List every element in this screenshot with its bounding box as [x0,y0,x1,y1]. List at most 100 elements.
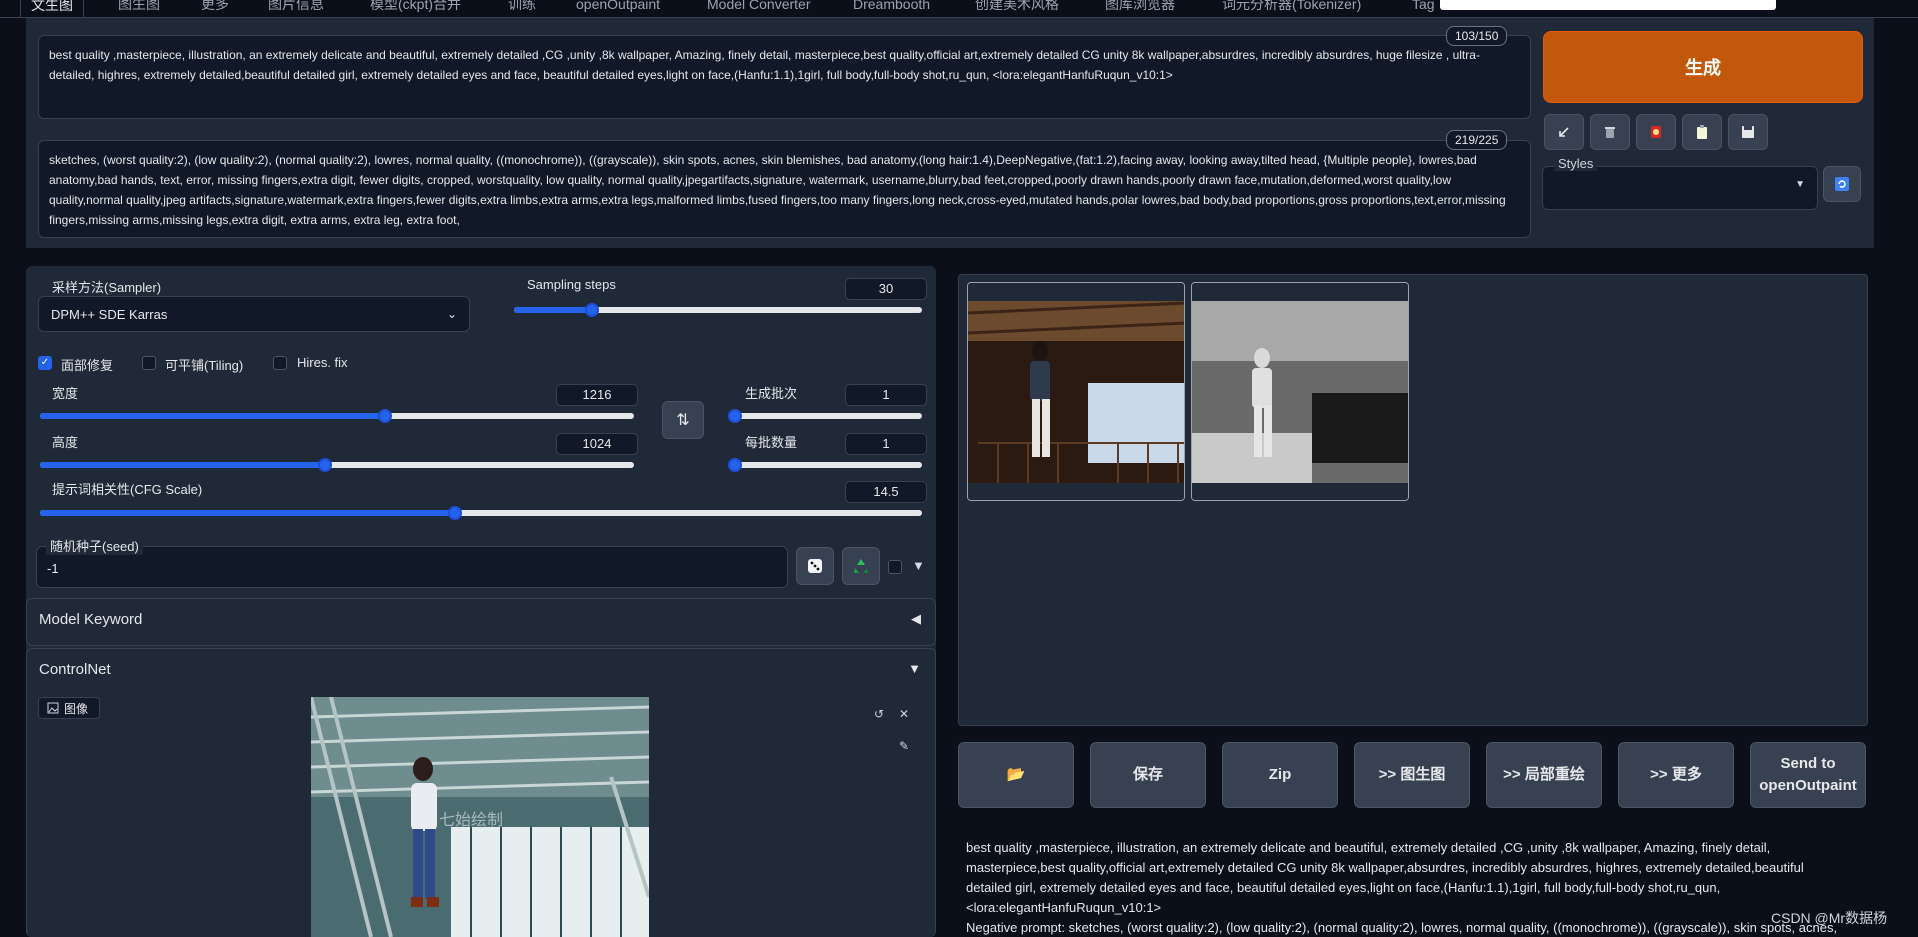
tab-dreambooth[interactable]: Dreambooth [853,0,930,17]
paste-style-button[interactable] [1682,114,1722,150]
expand-arrow-icon: ▼ [908,661,921,676]
tab-png-info[interactable]: 图片信息 [268,0,324,17]
sampler-select[interactable]: DPM++ SDE Karras ⌄ [38,296,470,332]
staircase-photo: 七始绘制 [311,697,649,937]
chevron-down-icon: ⌄ [446,307,457,321]
tab-tag[interactable]: Tag [1412,0,1435,17]
reuse-seed-button[interactable] [842,547,880,585]
tab-txt2img[interactable]: 文生图 [20,0,84,17]
styles-label: Styles [1554,156,1598,171]
styles-dropdown[interactable]: ▼ [1542,166,1818,210]
trash-icon [1605,127,1615,138]
height-label: 高度 [52,435,79,450]
card-icon [1651,126,1661,138]
gallery-thumbnail-1[interactable] [967,282,1185,501]
tab-checkpoint-merger[interactable]: 模型(ckpt)合并 [370,0,461,17]
tab-train[interactable]: 训练 [508,0,536,17]
tiling-label: 可平铺(Tiling) [165,358,244,373]
tab-extras[interactable]: 更多 [201,0,229,17]
cfg-scale-slider-thumb[interactable] [447,506,462,520]
batch-count-label: 生成批次 [745,386,798,401]
tab-tokenizer[interactable]: 词元分析器(Tokenizer) [1222,0,1361,17]
sampling-steps-input[interactable]: 30 [845,278,927,300]
face-restore-checkbox[interactable]: ✓ [38,356,52,370]
batch-size-slider-thumb[interactable] [728,458,742,472]
tiling-checkbox[interactable] [142,356,156,370]
height-slider-fill [40,462,326,468]
batch-size-label: 每批数量 [745,435,798,450]
tab-openoutpaint[interactable]: openOutpaint [576,0,660,17]
negative-prompt-input[interactable]: sketches, (worst quality:2), (low qualit… [38,140,1531,238]
chevron-down-icon: ▼ [1795,179,1805,190]
depth-map-image [1192,283,1408,500]
height-slider-thumb[interactable] [318,458,333,472]
width-slider-fill [40,413,385,419]
generate-button[interactable]: 生成 [1543,31,1863,103]
cfg-scale-slider-fill [40,510,455,516]
model-keyword-title: Model Keyword [39,611,143,628]
sampler-value: DPM++ SDE Karras [51,306,168,322]
close-icon[interactable]: ✕ [895,705,913,723]
hires-fix-label: Hires. fix [297,355,348,370]
image-overlay-text: 七始绘制 [439,810,503,829]
sampling-steps-slider-fill [514,307,592,313]
sampler-label: 采样方法(Sampler) [48,277,166,296]
open-folder-button[interactable]: 📂 [958,742,1074,808]
csdn-watermark: CSDN @Mr数据杨 [1771,910,1888,926]
cfg-scale-label: 提示词相关性(CFG Scale) [48,479,207,498]
save-style-button[interactable] [1728,114,1768,150]
sampling-steps-label: Sampling steps [527,277,616,292]
floppy-disk-icon [1742,126,1754,138]
send-to-inpaint-button[interactable]: >> 局部重绘 [1486,742,1602,808]
dice-icon [808,559,822,573]
controlnet-input-image[interactable]: 七始绘制 [311,697,649,937]
zip-button[interactable]: Zip [1222,742,1338,808]
sampling-steps-slider-thumb[interactable] [584,303,599,317]
negative-token-counter: 219/225 [1446,130,1508,150]
rotate-icon[interactable]: ↺ [870,705,888,723]
controlnet-title: ControlNet [39,661,111,678]
width-input[interactable]: 1216 [556,384,638,406]
height-input[interactable]: 1024 [556,433,638,455]
hires-fix-checkbox[interactable] [273,356,287,370]
extra-seed-checkbox[interactable] [888,560,902,574]
batch-size-input[interactable]: 1 [845,433,927,455]
send-to-openoutpaint-button[interactable]: Send to openOutpaint [1750,742,1866,808]
clear-prompt-button[interactable] [1590,114,1630,150]
send-to-img2img-button[interactable]: >> 图生图 [1354,742,1470,808]
batch-size-slider[interactable] [728,458,922,472]
width-slider-thumb[interactable] [377,409,392,423]
controlnet-image-tab-label: 图像 [64,701,89,716]
controlnet-image-tab[interactable]: 图像 [38,697,100,719]
tab-img2img[interactable]: 图生图 [118,0,160,17]
refresh-styles-button[interactable] [1823,166,1861,202]
gallery-thumbnail-2[interactable] [1191,282,1409,501]
batch-count-slider[interactable] [728,409,922,423]
swap-dimensions-button[interactable]: ⇅ [662,401,704,439]
extra-networks-button[interactable] [1636,114,1676,150]
batch-count-slider-thumb[interactable] [728,409,742,423]
positive-prompt-input[interactable]: best quality ,masterpiece, illustration,… [38,35,1531,119]
brush-icon[interactable]: ✎ [895,737,913,755]
batch-count-input[interactable]: 1 [845,384,927,406]
swap-arrows-icon: ⇅ [676,412,690,429]
top-search-input[interactable] [1440,0,1776,10]
tab-aesthetic[interactable]: 创建美术风格 [975,0,1059,17]
cfg-scale-input[interactable]: 14.5 [845,481,927,503]
recycle-icon [854,559,868,573]
save-button[interactable]: 保存 [1090,742,1206,808]
random-seed-button[interactable] [796,547,834,585]
positive-token-counter: 103/150 [1446,26,1508,46]
model-keyword-accordion[interactable]: Model Keyword ◀ [26,598,936,646]
tab-model-converter[interactable]: Model Converter [707,0,811,17]
expand-seed-icon[interactable]: ▼ [912,558,925,573]
seed-input[interactable]: -1 [36,546,788,588]
cfg-scale-slider[interactable] [40,506,922,520]
sampling-steps-slider[interactable] [514,303,922,317]
width-slider[interactable] [40,409,634,423]
arrow-down-left-icon [1559,127,1569,137]
height-slider[interactable] [40,458,634,472]
tab-image-browser[interactable]: 图库浏览器 [1105,0,1175,17]
send-to-extras-button[interactable]: >> 更多 [1618,742,1734,808]
read-params-button[interactable] [1544,114,1584,150]
